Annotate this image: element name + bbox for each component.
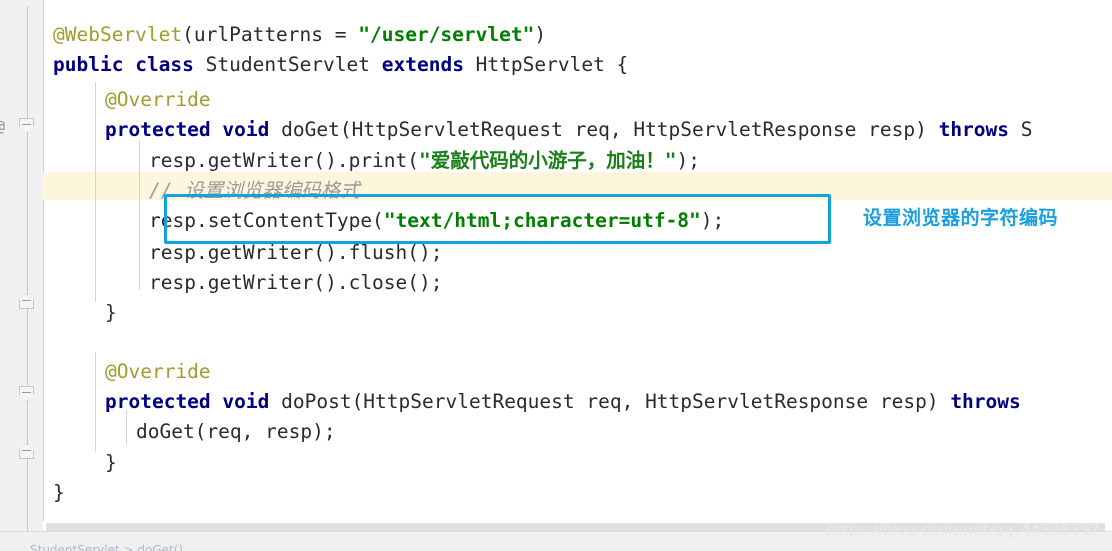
line-class-decl-token-4: extends (381, 53, 464, 76)
line-class-decl-token-5: HttpServlet { (463, 53, 629, 76)
line-webservlet[interactable]: @WebServlet(urlPatterns = "/user/servlet… (53, 20, 546, 50)
line-print-token-0: resp.getWriter().print( (149, 149, 420, 172)
line-webservlet-token-2: "/user/servlet" (358, 23, 535, 46)
line-class-decl-token-1 (123, 53, 135, 76)
line-doget-signature-token-2: void (222, 118, 270, 141)
line-class-decl-token-3: StudentServlet (193, 53, 382, 76)
line-doget-signature-token-0: protected (105, 118, 211, 141)
line-dopost-signature-token-4: throws (950, 390, 1021, 413)
line-dopost-end[interactable]: } (105, 448, 117, 478)
line-class-decl-token-2: class (135, 53, 194, 76)
line-class-end-token-0: } (53, 481, 65, 504)
line-dopost-signature-token-0: protected (105, 390, 211, 413)
line-override-2-token-0: @Override (105, 360, 211, 383)
indent-guide-1 (95, 82, 96, 302)
line-dopost-signature-token-2: void (222, 390, 270, 413)
line-doget-end[interactable]: } (105, 298, 117, 328)
gutter-separator-line (43, 0, 44, 531)
callout-rectangle (164, 194, 831, 244)
line-override-1[interactable]: @Override (105, 85, 211, 115)
indent-guide-3 (95, 352, 96, 452)
callout-label: 设置浏览器的字符编码 (863, 207, 1059, 229)
line-flush-token-0: resp.getWriter().flush(); (149, 241, 443, 264)
editor-gutter[interactable]: @ (0, 0, 21, 531)
line-close-token-0: resp.getWriter().close(); (149, 271, 443, 294)
line-webservlet-token-3: ) (534, 23, 547, 46)
line-close[interactable]: resp.getWriter().close(); (149, 268, 443, 298)
line-doget-call-token-0: doGet(req, resp); (136, 420, 336, 443)
line-override-1-token-0: @Override (105, 88, 211, 111)
line-class-end[interactable]: } (53, 478, 65, 508)
line-dopost-end-token-0: } (105, 451, 117, 474)
line-print-token-1: "爱敲代码的小游子，加油！" (419, 149, 677, 172)
line-dopost-signature-token-1 (211, 390, 223, 413)
fold-marker-doget-close[interactable] (19, 294, 36, 311)
line-doget-signature-token-4: throws (938, 118, 1010, 141)
watermark-text: https://blog.csdn.net/qq_44895397 (826, 521, 1100, 539)
line-class-decl-token-0: public (53, 53, 124, 76)
code-text-area[interactable]: @WebServlet(urlPatterns = "/user/servlet… (43, 0, 1112, 531)
fold-marker-doget-open[interactable] (19, 118, 36, 135)
line-print[interactable]: resp.getWriter().print("爱敲代码的小游子，加油！"); (149, 146, 700, 176)
line-override-2[interactable]: @Override (105, 357, 211, 387)
line-doget-signature-token-5: S (1009, 118, 1033, 141)
line-webservlet-token-1: (urlPatterns = (182, 23, 359, 46)
breakpoint-icon[interactable]: @ (0, 118, 10, 134)
line-class-decl[interactable]: public class StudentServlet extends Http… (53, 50, 628, 80)
fold-marker-dopost-open[interactable] (19, 386, 36, 403)
editor-fold-strip[interactable] (19, 0, 43, 531)
line-print-token-2: ); (676, 149, 700, 172)
line-webservlet-token-0: @WebServlet (53, 23, 183, 46)
line-dopost-signature[interactable]: protected void doPost(HttpServletRequest… (105, 387, 1021, 417)
line-doget-signature-token-1 (211, 118, 223, 141)
line-doget-signature-token-3: doGet(HttpServletRequest req, HttpServle… (269, 118, 939, 141)
code-editor-screenshot: @ @WebServlet(urlPatterns = "/user/servl… (0, 0, 1112, 551)
fold-marker-dopost-close[interactable] (19, 444, 36, 461)
line-dopost-signature-token-3: doPost(HttpServletRequest req, HttpServl… (269, 390, 951, 413)
line-doget-signature[interactable]: protected void doGet(HttpServletRequest … (105, 115, 1033, 145)
breadcrumb[interactable]: StudentServlet > doGet() (30, 543, 183, 551)
line-doget-call[interactable]: doGet(req, resp); (136, 417, 336, 447)
line-doget-end-token-0: } (105, 301, 117, 324)
indent-guide-2 (139, 140, 140, 290)
